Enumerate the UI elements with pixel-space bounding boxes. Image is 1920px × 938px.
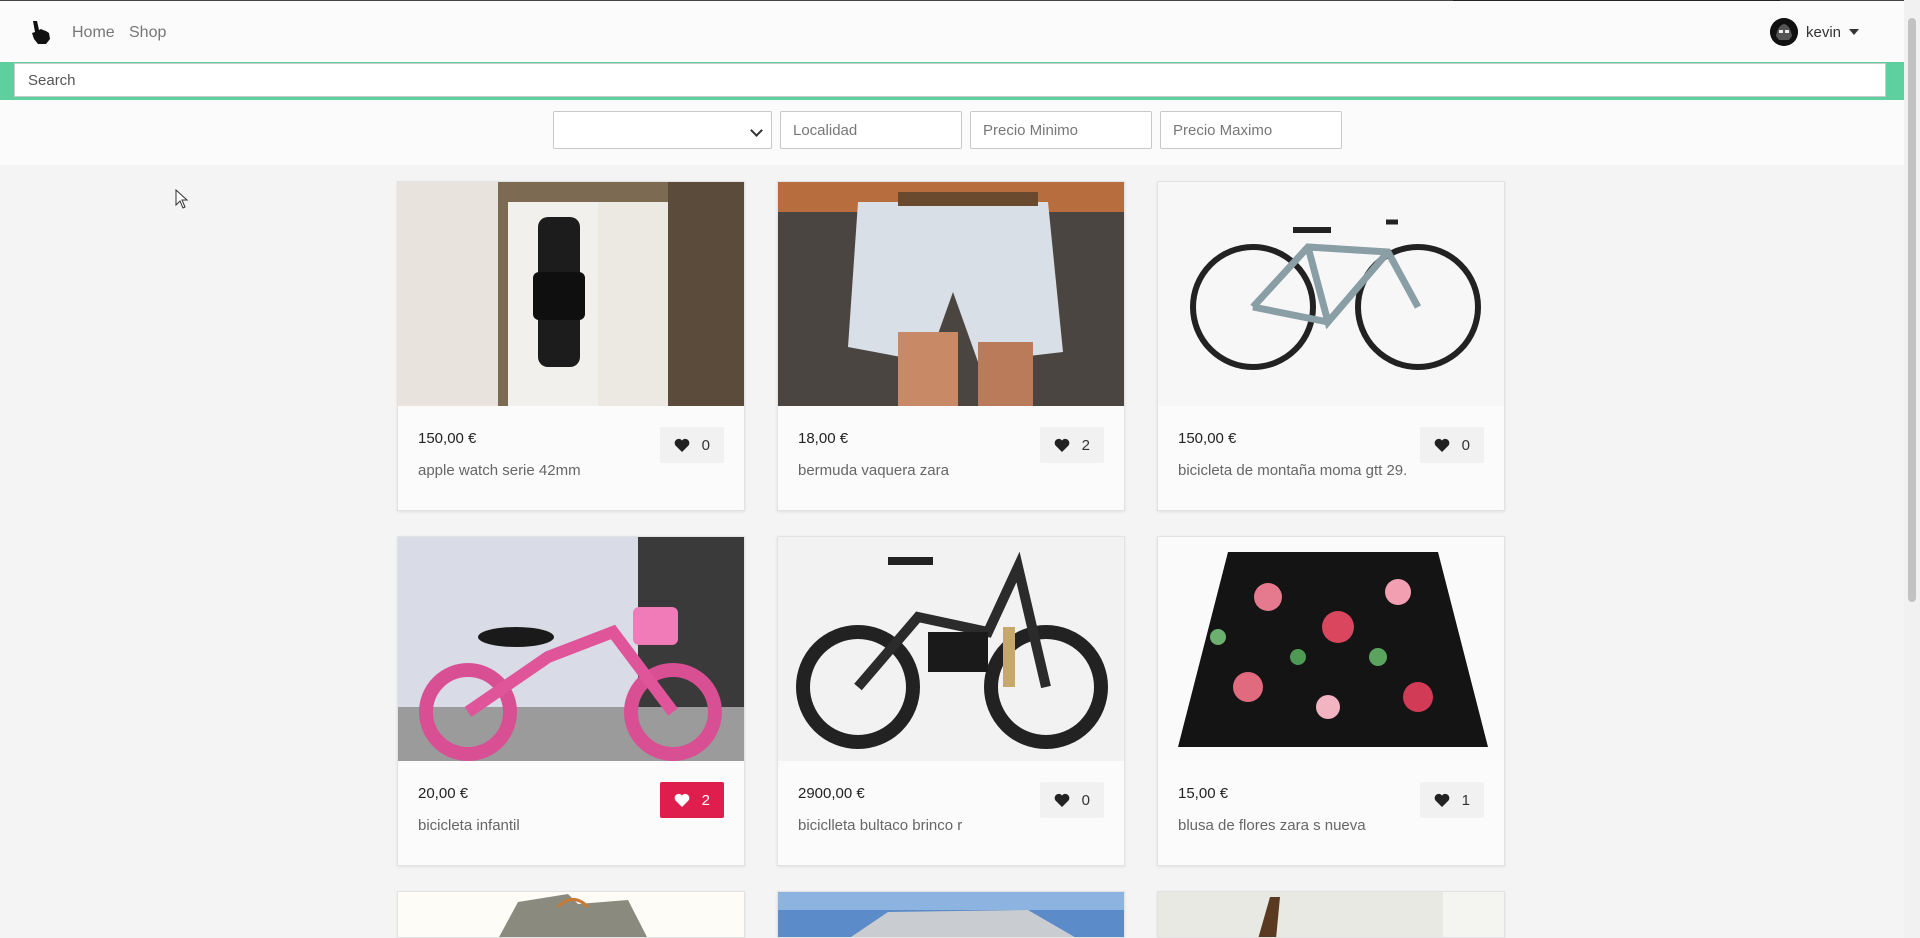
heart-icon <box>1054 438 1070 452</box>
product-price: 18,00 € <box>798 430 849 447</box>
product-card[interactable]: 150,00 € bicicleta de montaña moma gtt 2… <box>1157 181 1505 511</box>
category-select[interactable] <box>553 111 772 149</box>
filter-bar <box>0 101 1904 165</box>
nav-home-link[interactable]: Home <box>72 24 115 42</box>
search-bar <box>0 62 1904 100</box>
heart-icon <box>674 438 690 452</box>
like-count: 2 <box>701 791 710 809</box>
helmet-avatar-icon <box>1770 18 1798 46</box>
product-card[interactable]: 150,00 € apple watch serie 42mm 0 <box>397 181 745 511</box>
like-button[interactable]: 0 <box>659 427 724 463</box>
product-card[interactable]: 15,00 € blusa de flores zara s nueva 1 <box>1157 536 1505 866</box>
search-section <box>0 62 1904 101</box>
watch-image[interactable] <box>398 182 744 406</box>
heart-icon <box>674 793 690 807</box>
product-card[interactable]: 18,00 € bermuda vaquera zara 2 <box>777 181 1125 511</box>
product-price: 150,00 € <box>418 430 477 447</box>
product-title[interactable]: biciclleta bultaco brinco r <box>798 817 962 834</box>
product-price: 150,00 € <box>1178 430 1237 447</box>
heart-icon <box>1434 793 1450 807</box>
ebike-image[interactable] <box>778 537 1124 761</box>
heart-icon <box>1054 793 1070 807</box>
product-card[interactable]: 2900,00 € biciclleta bultaco brinco r 0 <box>777 536 1125 866</box>
heart-icon <box>1434 438 1450 452</box>
location-input[interactable] <box>780 111 962 149</box>
max-price-input[interactable] <box>1160 111 1342 149</box>
min-price-input[interactable] <box>970 111 1152 149</box>
product-card[interactable]: 20,00 € bicicleta infantil 2 <box>397 536 745 866</box>
like-count: 1 <box>1461 791 1470 809</box>
scrollbar-thumb[interactable] <box>1908 18 1916 602</box>
like-button[interactable]: 1 <box>1419 782 1484 818</box>
product-title[interactable]: bicicleta infantil <box>418 817 520 834</box>
caret-down-icon <box>1849 29 1860 35</box>
like-button[interactable]: 0 <box>1039 782 1104 818</box>
like-count: 2 <box>1081 436 1090 454</box>
shorts-image[interactable] <box>778 182 1124 406</box>
search-input[interactable] <box>14 63 1886 97</box>
guitar-image[interactable] <box>1158 892 1505 938</box>
product-title[interactable]: bicicleta de montaña moma gtt 29. <box>1178 462 1407 479</box>
like-count: 0 <box>1081 791 1090 809</box>
product-card[interactable] <box>777 891 1125 938</box>
product-card[interactable] <box>1157 891 1505 938</box>
mouse-cursor-icon <box>175 189 189 209</box>
kids-bike-image[interactable] <box>398 537 744 761</box>
user-name: kevin <box>1806 23 1842 41</box>
product-title[interactable]: bermuda vaquera zara <box>798 462 949 479</box>
nav-shop-link[interactable]: Shop <box>129 24 166 42</box>
like-count: 0 <box>701 436 710 454</box>
mountain-bike-image[interactable] <box>1158 182 1504 406</box>
car-image[interactable] <box>778 892 1125 938</box>
product-price: 20,00 € <box>418 785 469 802</box>
product-price: 2900,00 € <box>798 785 865 802</box>
chevron-down-icon <box>750 124 763 137</box>
like-count: 0 <box>1461 436 1470 454</box>
blouse-image[interactable] <box>1158 537 1504 761</box>
user-menu[interactable]: kevin <box>1770 18 1860 46</box>
like-button[interactable]: 2 <box>1039 427 1104 463</box>
avatar <box>1770 18 1798 46</box>
hand-logo-icon[interactable] <box>28 19 54 45</box>
product-price: 15,00 € <box>1178 785 1229 802</box>
scrollbar[interactable] <box>1904 0 1920 938</box>
product-title[interactable]: apple watch serie 42mm <box>418 462 581 479</box>
like-button[interactable]: 2 <box>659 782 724 818</box>
product-card[interactable] <box>397 891 745 938</box>
like-button[interactable]: 0 <box>1419 427 1484 463</box>
product-title[interactable]: blusa de flores zara s nueva <box>1178 817 1366 834</box>
navbar: Home Shop kevin <box>0 1 1904 62</box>
coat-image[interactable] <box>398 892 745 938</box>
